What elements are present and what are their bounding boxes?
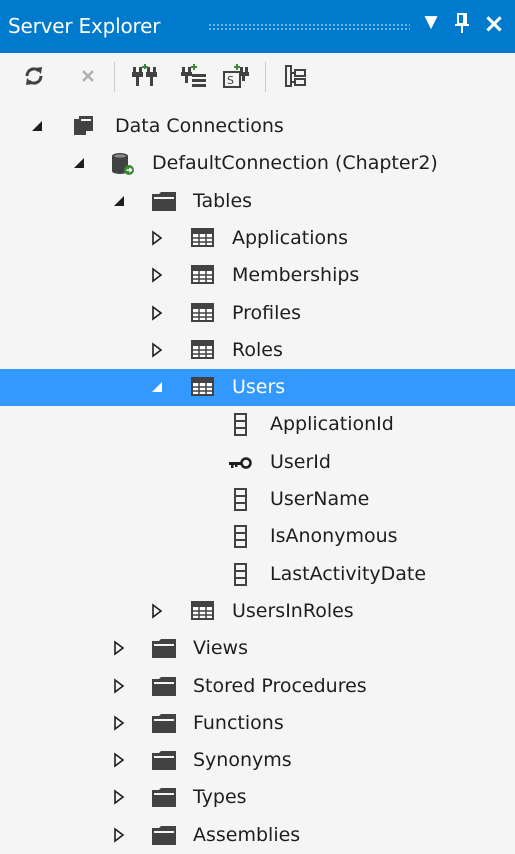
collapsed-arrow-icon[interactable]: [112, 825, 128, 845]
expanded-arrow-icon[interactable]: [72, 153, 88, 173]
tree-item-folder[interactable]: Synonyms: [0, 742, 515, 779]
connection-icon: [110, 151, 136, 177]
tree-item-label: Data Connections: [115, 115, 284, 137]
expanded-arrow-icon[interactable]: [112, 191, 128, 211]
tree-item-label: IsAnonymous: [270, 525, 398, 548]
panel-title: Server Explorer: [8, 14, 161, 38]
table-icon: [190, 338, 216, 364]
tree-item-table[interactable]: Applications: [0, 220, 515, 257]
expanded-arrow-icon[interactable]: [30, 116, 46, 136]
tree-item-tables[interactable]: Tables: [0, 183, 515, 220]
table-icon: [190, 226, 216, 252]
tree-item-table[interactable]: Roles: [0, 332, 515, 369]
svg-text:S: S: [227, 74, 234, 87]
connect-to-sharepoint-icon[interactable]: S: [222, 64, 249, 90]
tree-item-folder[interactable]: Views: [0, 630, 515, 667]
collapsed-arrow-icon[interactable]: [112, 787, 128, 807]
tree-item-label: Tables: [193, 189, 253, 212]
tree-item-label: UsersInRoles: [232, 599, 354, 622]
tree-item-label: DefaultConnection (Chapter2): [152, 152, 438, 175]
tree-item-table-users[interactable]: Users: [0, 369, 515, 407]
tree-item-column[interactable]: IsAnonymous: [0, 518, 515, 555]
show-table-data-icon[interactable]: [283, 64, 309, 90]
table-icon: [190, 375, 216, 401]
drag-grip[interactable]: [208, 23, 410, 30]
folder-icon: [150, 711, 176, 737]
tree-item-label: Assemblies: [193, 823, 301, 846]
stop-icon[interactable]: [76, 64, 102, 90]
tree-item-folder[interactable]: Types: [0, 779, 515, 816]
collapsed-arrow-icon[interactable]: [150, 340, 166, 360]
tree-item-label: Memberships: [232, 264, 360, 287]
tree-item-label: Users: [232, 376, 286, 399]
tree-item-table[interactable]: Profiles: [0, 295, 515, 332]
folder-icon: [150, 823, 176, 849]
column-icon: [230, 524, 256, 550]
server-explorer-panel: Server Explorer ▼ × S Data Connections D…: [0, 0, 515, 846]
database-icon: [70, 114, 96, 140]
collapsed-arrow-icon[interactable]: [112, 676, 128, 696]
tree-item-data-connections[interactable]: Data Connections: [0, 108, 515, 145]
collapsed-arrow-icon[interactable]: [112, 750, 128, 770]
folder-icon: [150, 748, 176, 774]
tree-item-label: UserId: [270, 450, 331, 473]
close-icon[interactable]: ×: [483, 9, 505, 39]
column-icon: [230, 562, 256, 588]
collapsed-arrow-icon[interactable]: [112, 638, 128, 658]
folder-icon: [150, 189, 176, 215]
tree-item-label: Types: [193, 786, 247, 809]
connect-to-database-icon[interactable]: [131, 64, 157, 90]
tree-item-label: Applications: [232, 226, 349, 249]
tree-item-column[interactable]: UserName: [0, 481, 515, 518]
tree-item-table[interactable]: UsersInRoles: [0, 593, 515, 630]
tree-item-label: Views: [193, 637, 248, 660]
column-icon: [230, 412, 256, 438]
connect-to-server-icon[interactable]: [180, 64, 206, 90]
collapsed-arrow-icon[interactable]: [150, 228, 166, 248]
collapsed-arrow-icon[interactable]: [150, 303, 166, 323]
tree-item-label: Profiles: [232, 301, 301, 324]
tree-item-column[interactable]: UserId: [0, 444, 515, 481]
window-position-dropdown-icon[interactable]: ▼: [420, 12, 442, 36]
tree-item-folder[interactable]: Functions: [0, 705, 515, 742]
collapsed-arrow-icon[interactable]: [112, 713, 128, 733]
tree-item-default-connection[interactable]: DefaultConnection (Chapter2): [0, 145, 515, 182]
auto-hide-pin-icon[interactable]: [451, 12, 473, 36]
tree-item-folder[interactable]: Assemblies: [0, 817, 515, 854]
tree-item-label: LastActivityDate: [270, 562, 427, 585]
tree-item-label: Roles: [232, 338, 283, 361]
tree-item-label: Synonyms: [193, 749, 292, 772]
expanded-arrow-icon[interactable]: [150, 377, 166, 397]
tree-item-label: ApplicationId: [270, 413, 394, 436]
table-icon: [190, 599, 216, 625]
table-icon: [190, 263, 216, 289]
folder-icon: [150, 636, 176, 662]
collapsed-arrow-icon[interactable]: [150, 265, 166, 285]
tree-item-table[interactable]: Memberships: [0, 257, 515, 294]
primary-key-icon: [226, 450, 252, 476]
toolbar-separator: [114, 62, 115, 92]
tree-item-column[interactable]: ApplicationId: [0, 406, 515, 443]
tree-item-label: Functions: [193, 711, 284, 734]
tree-item-folder[interactable]: Stored Procedures: [0, 668, 515, 705]
tree-item-label: UserName: [270, 488, 370, 510]
tree-item-label: Stored Procedures: [193, 674, 367, 697]
tree-item-column[interactable]: LastActivityDate: [0, 556, 515, 593]
column-icon: [230, 487, 256, 513]
refresh-icon[interactable]: [22, 64, 48, 90]
toolbar: S: [0, 54, 515, 100]
table-icon: [190, 301, 216, 327]
folder-icon: [150, 674, 176, 700]
panel-title-bar[interactable]: Server Explorer ▼ ×: [0, 0, 515, 53]
collapsed-arrow-icon[interactable]: [150, 601, 166, 621]
toolbar-separator: [265, 62, 266, 92]
folder-icon: [150, 785, 176, 811]
